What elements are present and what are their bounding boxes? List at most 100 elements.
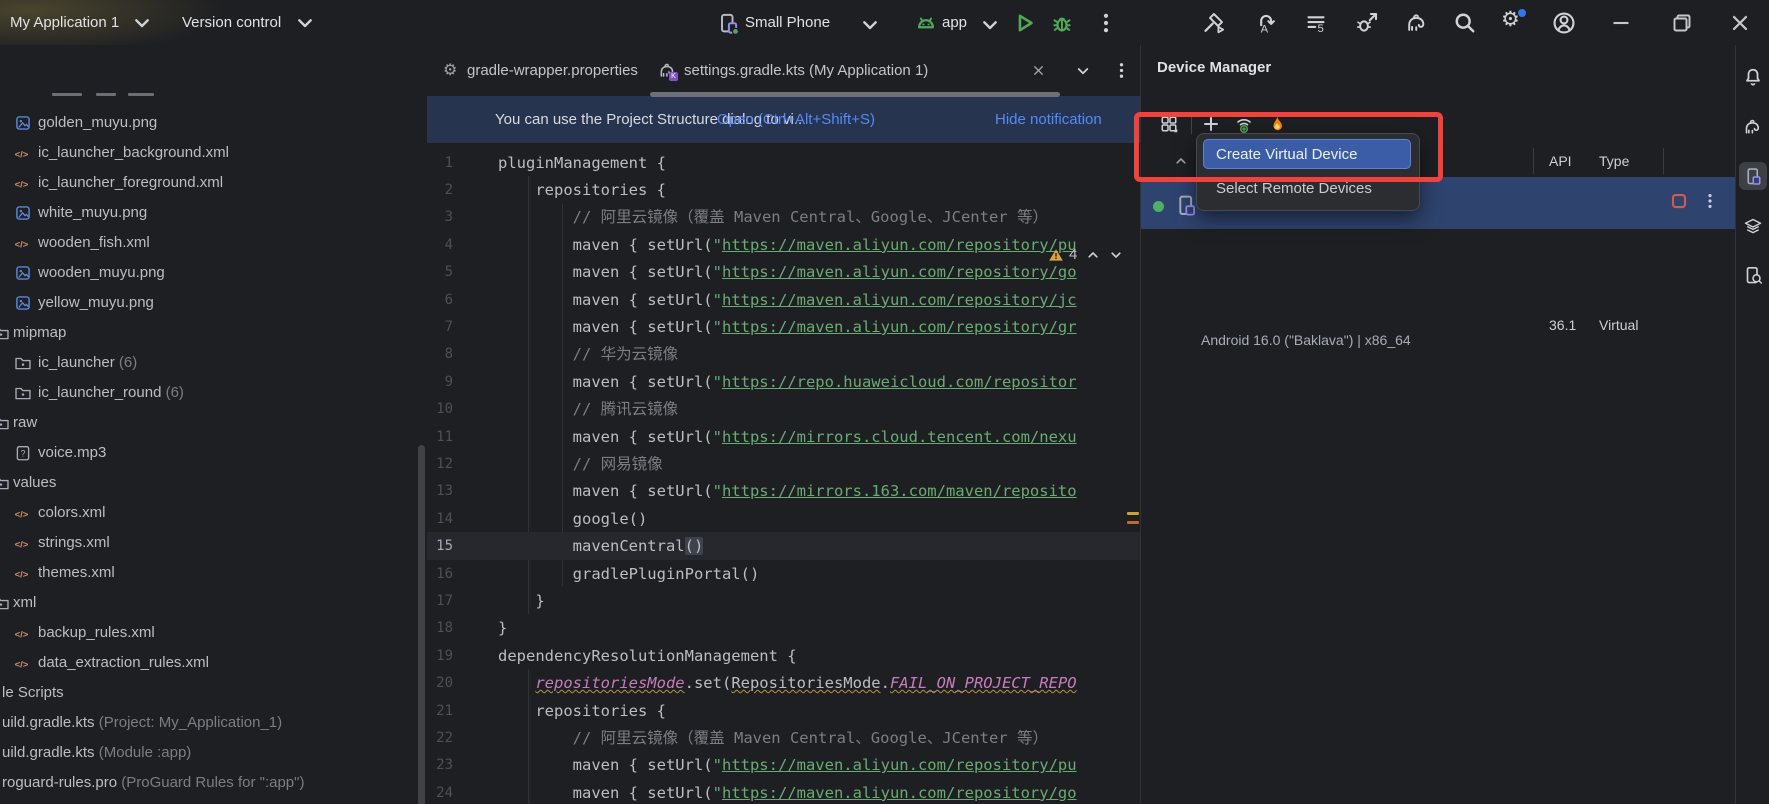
settings-gear-icon[interactable]: ⚙	[1501, 8, 1520, 32]
tree-item[interactable]: uild.gradle.kts (Module :app)	[0, 738, 418, 768]
tab-options-kebab-icon[interactable]	[1112, 61, 1131, 80]
tree-item[interactable]: ic_launcher_round (6)	[0, 378, 418, 408]
code-line[interactable]: 8 // 华为云镜像	[427, 340, 1140, 368]
code-line[interactable]: 13 maven { setUrl("https://mirrors.163.c…	[427, 477, 1140, 505]
group-devices-icon[interactable]	[1159, 114, 1179, 134]
tree-item[interactable]: roguard-rules.pro (ProGuard Rules for ":…	[0, 768, 418, 798]
code-line[interactable]: 6 maven { setUrl("https://maven.aliyun.c…	[427, 286, 1140, 314]
tree-item[interactable]: ic_launcher_background.xml	[0, 138, 418, 168]
tree-item[interactable]: mipmap	[0, 318, 418, 348]
debug-button[interactable]	[1050, 11, 1074, 35]
tree-scrollbar[interactable]	[418, 445, 425, 804]
run-button[interactable]	[1012, 11, 1036, 35]
close-tab-icon[interactable]	[1031, 63, 1046, 78]
menu-item-select-remote-devices[interactable]: Select Remote Devices	[1216, 174, 1372, 204]
device-options-kebab-icon[interactable]	[1701, 192, 1719, 210]
tree-item[interactable]: uild.gradle.kts (Project: My_Application…	[0, 708, 418, 738]
line-number: 15	[427, 532, 453, 560]
gradle-icon[interactable]	[1743, 117, 1763, 137]
code-line[interactable]: 14 google()	[427, 505, 1140, 533]
tree-item[interactable]: strings.xml	[0, 528, 418, 558]
vcs-widget[interactable]: Version control	[182, 0, 281, 45]
column-type[interactable]: Type	[1599, 145, 1629, 177]
collapse-chevron-icon[interactable]	[1173, 153, 1189, 169]
code-line[interactable]: 24 maven { setUrl("https://maven.aliyun.…	[427, 779, 1140, 804]
code-line[interactable]: 4 maven { setUrl("https://maven.aliyun.c…	[427, 231, 1140, 259]
add-device-plus-icon[interactable]	[1201, 114, 1221, 134]
tree-item[interactable]: white_muyu.png	[0, 198, 418, 228]
device-selector[interactable]: Small Phone	[745, 0, 830, 45]
gradle-sync-icon[interactable]	[1405, 11, 1429, 35]
run-config-selector[interactable]: app	[942, 0, 967, 45]
code-line[interactable]: 19dependencyResolutionManagement {	[427, 642, 1140, 670]
profile-icon[interactable]	[1552, 11, 1576, 35]
code-text: maven { setUrl("https://maven.aliyun.com…	[498, 751, 1077, 779]
code-line[interactable]: 20 repositoriesMode.set(RepositoriesMode…	[427, 669, 1140, 697]
menu-item-create-virtual-device[interactable]: Create Virtual Device	[1203, 139, 1411, 169]
close-button[interactable]	[1728, 11, 1752, 35]
tree-item[interactable]: ic_launcher_foreground.xml	[0, 168, 418, 198]
prev-problem-chevron-icon[interactable]	[1085, 247, 1101, 263]
code-line[interactable]: 17 }	[427, 587, 1140, 615]
tree-item[interactable]: yellow_muyu.png	[0, 288, 418, 318]
task-list-icon[interactable]	[1304, 11, 1328, 35]
code-editor[interactable]: 1pluginManagement {2 repositories {3 // …	[427, 143, 1140, 804]
tree-item[interactable]: xml	[0, 588, 418, 618]
code-line[interactable]: 1pluginManagement {	[427, 149, 1140, 177]
code-line[interactable]: 11 maven { setUrl("https://mirrors.cloud…	[427, 423, 1140, 451]
code-line[interactable]: 7 maven { setUrl("https://maven.aliyun.c…	[427, 313, 1140, 341]
tree-item[interactable]: raw	[0, 408, 418, 438]
tree-item[interactable]: colors.xml	[0, 498, 418, 528]
next-problem-chevron-icon[interactable]	[1108, 247, 1124, 263]
tree-item[interactable]: golden_muyu.png	[0, 108, 418, 138]
project-selector[interactable]: My Application 1	[10, 0, 119, 45]
tree-item[interactable]: wooden_fish.xml	[0, 228, 418, 258]
warning-stripe-marker[interactable]	[1127, 512, 1139, 515]
line-number: 14	[427, 505, 453, 533]
tree-item[interactable]: data_extraction_rules.xml	[0, 648, 418, 678]
tree-item[interactable]: backup_rules.xml	[0, 618, 418, 648]
firebase-flame-icon[interactable]	[1267, 114, 1287, 134]
code-line[interactable]: 2 repositories {	[427, 176, 1140, 204]
code-line[interactable]: 10 // 腾讯云镜像	[427, 395, 1140, 423]
code-line[interactable]: 12 // 网易镜像	[427, 450, 1140, 478]
search-icon[interactable]	[1453, 11, 1477, 35]
code-line[interactable]: 9 maven { setUrl("https://repo.huaweiclo…	[427, 368, 1140, 396]
code-line[interactable]: 21 repositories {	[427, 697, 1140, 725]
tree-item[interactable]: themes.xml	[0, 558, 418, 588]
tab-list-chevron-icon[interactable]	[1074, 62, 1092, 80]
warning-stripe-marker[interactable]	[1127, 521, 1139, 524]
tree-item[interactable]: values	[0, 468, 418, 498]
build-icon[interactable]	[1201, 11, 1225, 35]
pair-wifi-icon[interactable]	[1234, 114, 1254, 134]
minimize-button[interactable]	[1609, 11, 1633, 35]
ai-actions-icon[interactable]	[1254, 11, 1278, 35]
tab-gradle-wrapper[interactable]: ⚙ gradle-wrapper.properties	[441, 45, 641, 96]
more-actions-icon[interactable]	[1094, 11, 1118, 35]
column-api[interactable]: API	[1549, 145, 1572, 177]
device-api: 36.1	[1549, 317, 1576, 333]
tree-item[interactable]: voice.mp3	[0, 438, 418, 468]
code-line[interactable]: 3 // 阿里云镜像（覆盖 Maven Central、Google、JCent…	[427, 203, 1140, 231]
code-line[interactable]: 16 gradlePluginPortal()	[427, 560, 1140, 588]
code-line[interactable]: 22 // 阿里云镜像（覆盖 Maven Central、Google、JCen…	[427, 724, 1140, 752]
code-line[interactable]: 23 maven { setUrl("https://maven.aliyun.…	[427, 751, 1140, 779]
code-line[interactable]: 18}	[427, 614, 1140, 642]
tree-item[interactable]: ic_launcher (6)	[0, 348, 418, 378]
line-number: 9	[427, 368, 453, 396]
device-explorer-icon[interactable]	[1743, 265, 1763, 285]
stop-device-button[interactable]	[1669, 191, 1689, 211]
banner-hide-link[interactable]: Hide notification	[995, 96, 1102, 143]
tab-settings-gradle[interactable]: K settings.gradle.kts (My Application 1)	[650, 45, 1060, 96]
device-manager-icon[interactable]	[1743, 166, 1763, 186]
restore-button[interactable]	[1670, 11, 1694, 35]
structure-icon[interactable]	[1743, 216, 1763, 236]
tree-item[interactable]: le Scripts	[0, 678, 418, 708]
attach-debugger-icon[interactable]	[1355, 11, 1379, 35]
banner-open-link[interactable]: Open (Ctrl+Alt+Shift+S)	[717, 96, 875, 143]
code-line[interactable]: 5 maven { setUrl("https://maven.aliyun.c…	[427, 258, 1140, 286]
kotlin-script-badge: K	[669, 72, 678, 81]
tree-item[interactable]: wooden_muyu.png	[0, 258, 418, 288]
notifications-bell-icon[interactable]	[1743, 67, 1763, 87]
code-line[interactable]: 15 mavenCentral()	[427, 532, 1140, 560]
